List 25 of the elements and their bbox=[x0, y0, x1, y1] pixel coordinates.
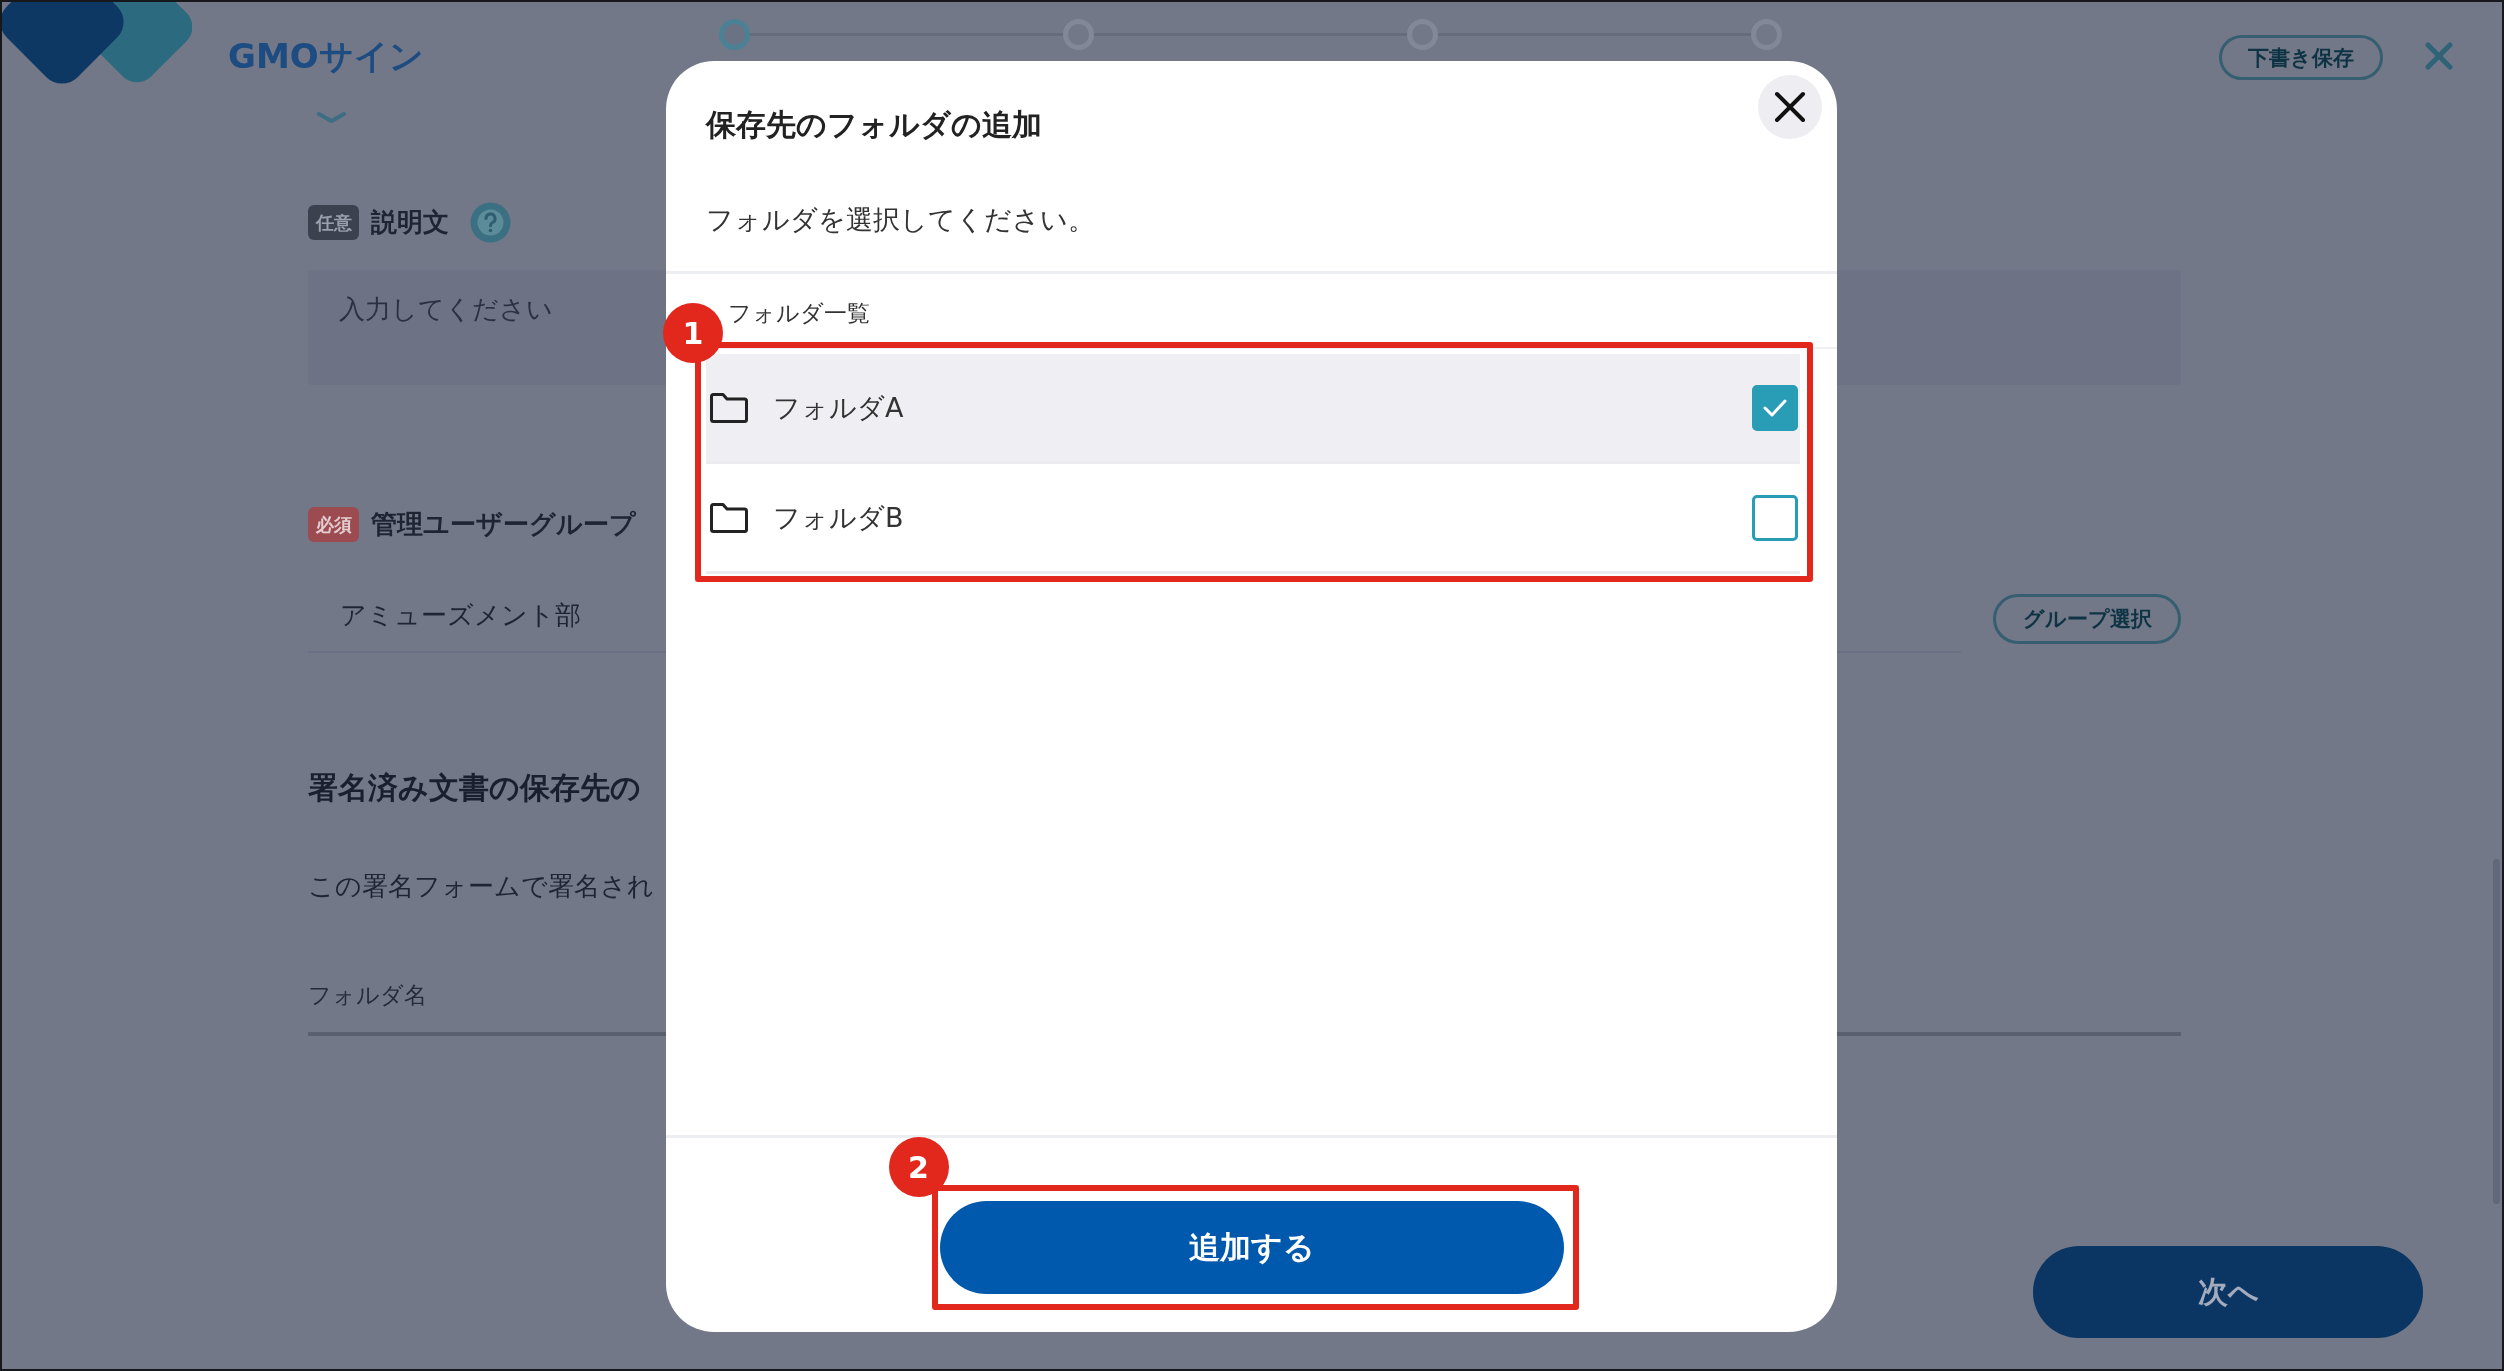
folder-name: フォルダB bbox=[773, 500, 904, 535]
checkbox[interactable] bbox=[1752, 384, 1798, 431]
required-badge: 必須 bbox=[308, 507, 359, 542]
callout-marker: 2 bbox=[888, 1137, 949, 1197]
field-label: 管理ユーザーグループ bbox=[371, 508, 636, 541]
folder-icon bbox=[709, 391, 749, 424]
chevron-down-icon[interactable] bbox=[316, 111, 347, 123]
callout-marker: 1 bbox=[663, 303, 723, 363]
checkbox[interactable] bbox=[1752, 494, 1798, 541]
help-icon[interactable] bbox=[469, 201, 512, 244]
dialog-instruction: フォルダを選択してください。 bbox=[706, 203, 1096, 237]
folder-icon bbox=[709, 501, 749, 534]
logo-text: GMOサイン bbox=[228, 36, 424, 76]
close-icon bbox=[1774, 91, 1806, 123]
optional-badge: 任意 bbox=[308, 205, 359, 240]
folder-name: フォルダA bbox=[773, 390, 904, 425]
section-description: この署名フォームで署名され bbox=[308, 870, 654, 903]
folder-row[interactable]: フォルダA bbox=[706, 354, 1800, 464]
field-label: 説明文 bbox=[371, 206, 449, 239]
section-heading: 署名済み文書の保存先の bbox=[308, 769, 641, 807]
close-icon[interactable] bbox=[2425, 42, 2453, 70]
add-button[interactable]: 追加する bbox=[939, 1201, 1564, 1294]
next-button[interactable]: 次へ bbox=[2033, 1246, 2423, 1338]
checkmark-icon bbox=[1763, 398, 1787, 417]
dialog-title: 保存先のフォルダの追加 bbox=[706, 106, 1043, 144]
